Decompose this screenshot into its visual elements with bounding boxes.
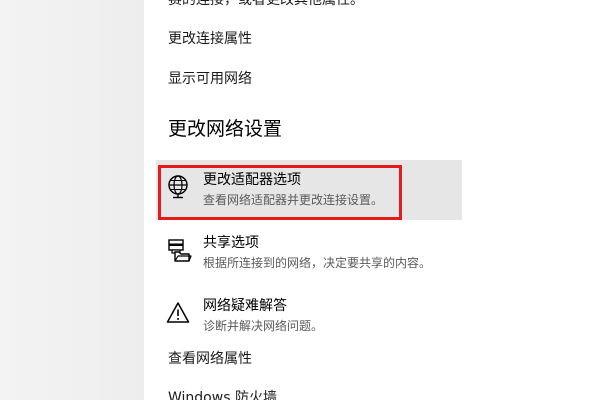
settings-window: 赛的连接，或者更改其他属性。 更改连接属性 显示可用网络 更改网络设置 更改适配…: [0, 0, 600, 400]
network-adapter-icon: [166, 174, 192, 200]
partial-description-text: 赛的连接，或者更改其他属性。: [168, 0, 364, 8]
option-description: 根据所连接到的网络，决定要共享的内容。: [203, 256, 432, 270]
change-connection-properties-link[interactable]: 更改连接属性: [168, 29, 252, 49]
option-description: 诊断并解决网络问题。: [203, 319, 324, 333]
show-available-networks-link[interactable]: 显示可用网络: [168, 69, 252, 89]
network-status-content: 赛的连接，或者更改其他属性。 更改连接属性 显示可用网络 更改网络设置 更改适配…: [144, 0, 600, 400]
navigation-pane: [0, 0, 144, 400]
sharing-icon: [166, 237, 192, 263]
section-title: 更改网络设置: [168, 118, 283, 140]
windows-firewall-link[interactable]: Windows 防火墙: [168, 388, 277, 400]
option-title: 网络疑难解答: [203, 298, 287, 314]
view-network-properties-link[interactable]: 查看网络属性: [168, 349, 252, 369]
warning-triangle-icon: [166, 300, 192, 326]
option-title: 共享选项: [203, 235, 259, 251]
change-adapter-options-button[interactable]: 更改适配器选项 查看网络适配器并更改连接设置。: [156, 160, 462, 220]
option-title: 更改适配器选项: [203, 172, 301, 188]
option-description: 查看网络适配器并更改连接设置。: [203, 193, 384, 207]
network-troubleshooter-button[interactable]: 网络疑难解答 诊断并解决网络问题。: [156, 286, 462, 346]
sharing-options-button[interactable]: 共享选项 根据所连接到的网络，决定要共享的内容。: [156, 223, 462, 283]
